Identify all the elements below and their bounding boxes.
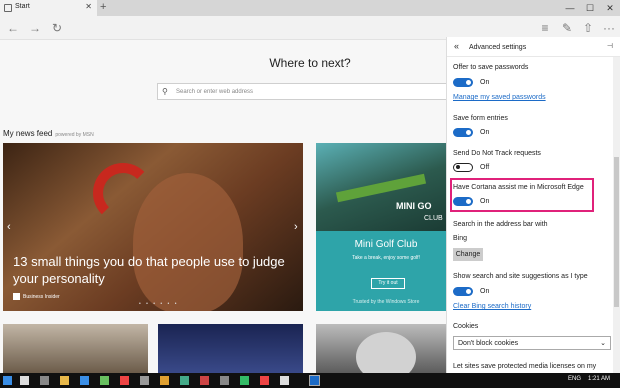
tab-close-icon[interactable]: ✕ xyxy=(85,2,92,11)
promo-card[interactable]: MINI GO CLUB Mini Golf Club Take a break… xyxy=(316,143,456,311)
taskbar: ENG 1:21 AM xyxy=(0,373,620,388)
news-card-courtroom[interactable] xyxy=(3,324,148,373)
promo-logo-line1: MINI GO xyxy=(396,201,432,211)
app-icon-6[interactable] xyxy=(200,376,209,385)
news-card-alien[interactable] xyxy=(316,324,456,373)
carousel-dots[interactable]: • • • • • • xyxy=(139,301,178,307)
clear-bing-history-link[interactable]: Clear Bing search history xyxy=(453,303,531,310)
app-icon-10[interactable] xyxy=(280,376,289,385)
search-taskbar-icon[interactable] xyxy=(20,376,29,385)
save-form-entries-toggle[interactable] xyxy=(453,128,473,137)
search-suggestions-state: On xyxy=(480,288,490,295)
search-suggestions-toggle[interactable] xyxy=(453,287,473,296)
change-search-engine-button[interactable]: Change xyxy=(453,248,483,261)
news-feed-title: My news feed powered by MSN xyxy=(3,129,94,138)
edge-icon[interactable] xyxy=(309,375,320,386)
do-not-track-toggle[interactable] xyxy=(453,163,473,172)
cookies-value: Don't block cookies xyxy=(458,340,519,347)
try-it-out-button[interactable]: Try it out xyxy=(371,278,405,289)
cortana-toggle[interactable] xyxy=(453,197,473,206)
featured-source: Business Insider xyxy=(13,293,60,300)
feed-title-text: My news feed xyxy=(3,129,53,138)
save-passwords-label: Offer to save passwords xyxy=(453,64,529,71)
panel-scrollbar[interactable] xyxy=(613,57,620,373)
tab-title: Start xyxy=(15,3,30,10)
promo-subtitle: Take a break, enjoy some golf! xyxy=(352,255,420,261)
back-icon[interactable]: ← xyxy=(4,19,22,37)
back-to-settings-icon[interactable]: « xyxy=(454,41,459,51)
app-icon-5[interactable] xyxy=(180,376,189,385)
page-icon xyxy=(4,4,12,12)
app-icon-2[interactable] xyxy=(120,376,129,385)
search-suggestions-label: Show search and site suggestions as I ty… xyxy=(453,273,588,280)
carousel-next-icon[interactable]: › xyxy=(294,221,298,233)
save-form-entries-state: On xyxy=(480,129,490,136)
forward-icon[interactable]: → xyxy=(26,19,44,37)
task-view-icon[interactable] xyxy=(40,376,49,385)
app-icon-8[interactable] xyxy=(240,376,249,385)
do-not-track-state: Off xyxy=(480,164,490,171)
manage-passwords-link[interactable]: Manage my saved passwords xyxy=(453,94,546,101)
source-name: Business Insider xyxy=(23,293,60,300)
cookies-label: Cookies xyxy=(453,323,479,330)
app-icon-4[interactable] xyxy=(160,376,169,385)
search-placeholder: Search or enter web address xyxy=(176,89,254,95)
search-engine-value: Bing xyxy=(453,235,468,242)
more-icon[interactable]: ··· xyxy=(600,19,618,37)
cortana-label: Have Cortana assist me in Microsoft Edge xyxy=(453,184,584,191)
panel-header: « Advanced settings ⊣ xyxy=(447,37,620,57)
carousel-prev-icon[interactable]: ‹ xyxy=(7,221,11,233)
save-passwords-toggle[interactable] xyxy=(453,78,473,87)
app-icon-9[interactable] xyxy=(260,376,269,385)
maximize-button[interactable]: ☐ xyxy=(580,0,600,16)
promo-image: MINI GO CLUB xyxy=(316,143,456,231)
start-button-icon[interactable] xyxy=(3,376,12,385)
search-input[interactable]: ⚲ Search or enter web address xyxy=(157,83,467,100)
app-icon-3[interactable] xyxy=(140,376,149,385)
web-note-icon[interactable]: ✎ xyxy=(558,19,576,37)
source-logo-icon xyxy=(13,293,20,300)
chevron-down-icon: ⌄ xyxy=(600,340,606,347)
save-passwords-state: On xyxy=(480,79,490,86)
feed-powered-by: powered by MSN xyxy=(55,132,94,138)
new-tab-button[interactable]: + xyxy=(100,1,106,13)
app-icon-7[interactable] xyxy=(220,376,229,385)
featured-headline[interactable]: 13 small things you do that people use t… xyxy=(13,253,303,287)
store-icon[interactable] xyxy=(80,376,89,385)
refresh-icon[interactable]: ↻ xyxy=(48,19,66,37)
clock[interactable]: 1:21 AM xyxy=(588,376,610,382)
photo-headphones xyxy=(93,163,153,223)
save-form-entries-label: Save form entries xyxy=(453,115,508,122)
tab-start[interactable]: Start ✕ xyxy=(0,0,97,16)
pin-icon[interactable]: ⊣ xyxy=(607,42,613,50)
hub-icon[interactable]: ≡ xyxy=(536,19,554,37)
do-not-track-label: Send Do Not Track requests xyxy=(453,150,541,157)
featured-news-card[interactable]: ‹ › 13 small things you do that people u… xyxy=(3,143,303,311)
search-icon: ⚲ xyxy=(162,87,168,96)
file-explorer-icon[interactable] xyxy=(60,376,69,385)
panel-title: Advanced settings xyxy=(469,44,527,51)
search-address-label: Search in the address bar with xyxy=(453,221,548,228)
share-icon[interactable]: ⇧ xyxy=(579,19,597,37)
scrollbar-thumb[interactable] xyxy=(614,157,619,307)
alien-image xyxy=(356,332,416,373)
minimize-button[interactable]: — xyxy=(560,0,580,16)
promo-course-graphic xyxy=(335,173,427,203)
cookies-select[interactable]: Don't block cookies ⌄ xyxy=(453,336,611,350)
close-window-button[interactable]: ✕ xyxy=(600,0,620,16)
promo-footer: Trusted by the Windows Store xyxy=(352,299,420,305)
promo-logo-line2: CLUB xyxy=(424,215,443,222)
tab-bar: Start ✕ + — ☐ ✕ xyxy=(0,0,620,16)
protected-media-label: Let sites save protected media licenses … xyxy=(453,363,597,370)
promo-title: Mini Golf Club xyxy=(354,239,418,250)
news-card-event[interactable] xyxy=(158,324,303,373)
advanced-settings-panel: « Advanced settings ⊣ Offer to save pass… xyxy=(446,37,620,373)
app-icon-1[interactable] xyxy=(100,376,109,385)
cortana-state: On xyxy=(480,198,490,205)
language-indicator[interactable]: ENG xyxy=(568,376,581,382)
